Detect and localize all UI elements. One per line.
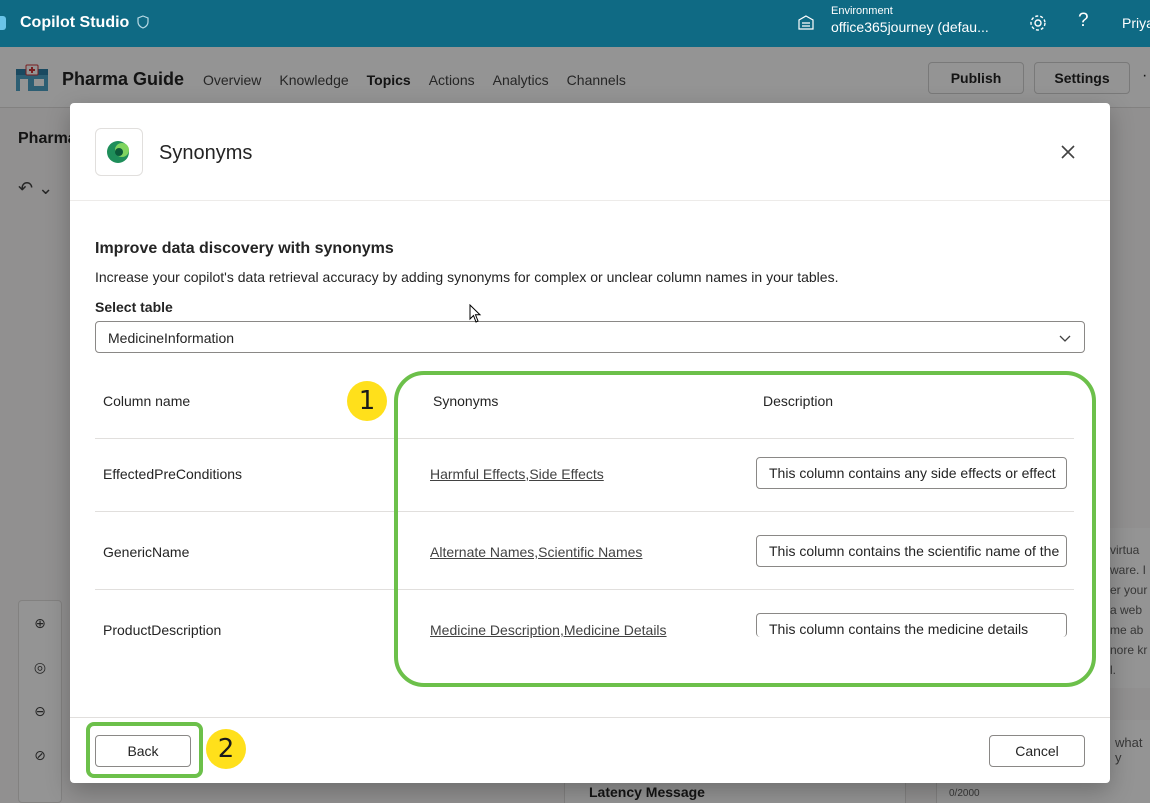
row-column-name: ProductDescription xyxy=(103,622,222,638)
environment-icon xyxy=(798,15,814,30)
dataverse-icon xyxy=(95,128,143,176)
synonyms-dialog: Synonyms Improve data discovery with syn… xyxy=(70,103,1110,783)
close-icon[interactable] xyxy=(1057,141,1079,163)
footer-divider xyxy=(70,717,1110,718)
dialog-title: Synonyms xyxy=(159,142,253,164)
divider xyxy=(70,200,1110,201)
row-description-input[interactable]: This column contains the scientific name… xyxy=(756,535,1067,567)
step-badge-2: 2 xyxy=(206,729,246,769)
row-synonyms-link[interactable]: Harmful Effects,Side Effects xyxy=(430,466,604,482)
column-header-synonyms: Synonyms xyxy=(433,393,499,409)
step-badge-1: 1 xyxy=(347,381,387,421)
help-icon[interactable]: ? xyxy=(1078,10,1089,32)
app-header: Copilot Studio Environment office365jour… xyxy=(0,0,1150,47)
row-column-name: EffectedPreConditions xyxy=(103,466,243,482)
table-select-value: MedicineInformation xyxy=(108,330,235,346)
environment-label: Environment xyxy=(831,5,893,17)
row-description-input[interactable]: This column contains any side effects or… xyxy=(756,457,1067,489)
copilot-logo-icon xyxy=(0,16,6,30)
section-heading: Improve data discovery with synonyms xyxy=(95,240,394,257)
mouse-cursor-icon xyxy=(469,304,482,323)
shield-icon xyxy=(137,15,149,29)
gear-icon[interactable] xyxy=(1028,13,1048,33)
row-divider xyxy=(95,589,1074,590)
select-table-label: Select table xyxy=(95,299,173,315)
app-title[interactable]: Copilot Studio xyxy=(20,14,129,32)
section-description: Increase your copilot's data retrieval a… xyxy=(95,269,839,285)
column-header-name: Column name xyxy=(103,393,191,409)
row-synonyms-link[interactable]: Alternate Names,Scientific Names xyxy=(430,544,642,560)
row-description-input[interactable]: This column contains the medicine detail… xyxy=(756,613,1067,637)
cancel-button[interactable]: Cancel xyxy=(989,735,1085,767)
row-divider xyxy=(95,438,1074,439)
back-button[interactable]: Back xyxy=(95,735,191,767)
user-name[interactable]: Priya xyxy=(1122,15,1150,31)
row-divider xyxy=(95,511,1074,512)
table-select[interactable]: MedicineInformation xyxy=(95,321,1085,353)
chevron-down-icon xyxy=(1059,335,1071,342)
column-header-description: Description xyxy=(763,393,834,409)
environment-picker[interactable]: office365journey (defau... xyxy=(831,19,989,35)
row-column-name: GenericName xyxy=(103,544,190,560)
row-synonyms-link[interactable]: Medicine Description,Medicine Details xyxy=(430,622,667,638)
